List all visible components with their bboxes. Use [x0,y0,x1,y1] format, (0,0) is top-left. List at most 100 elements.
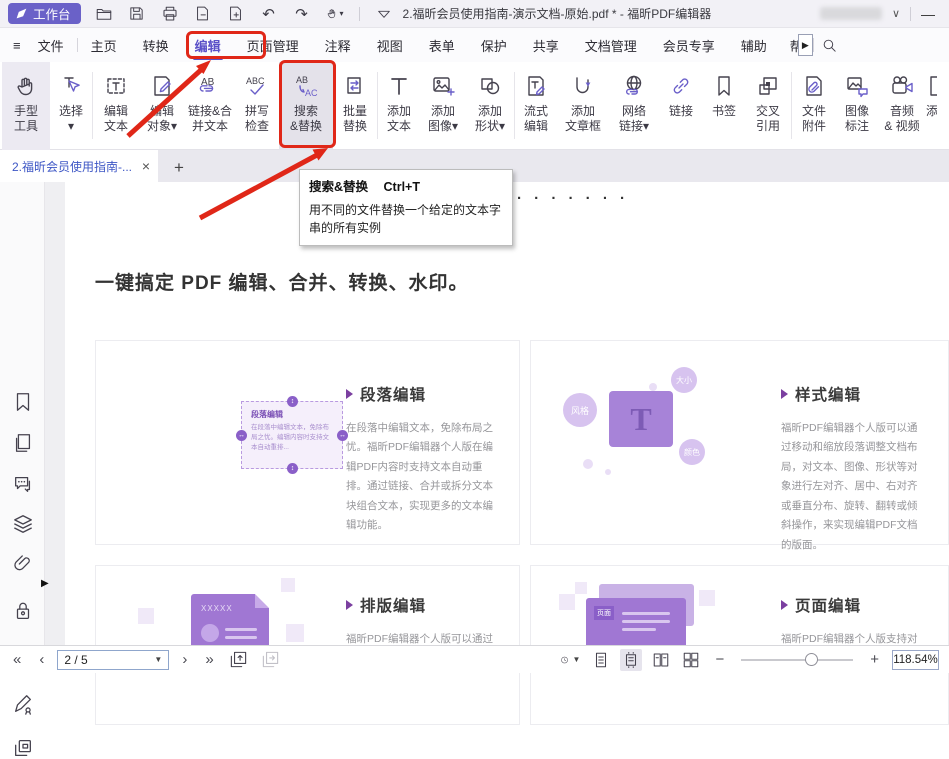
ribbon-toolbar: 手型 工具 选择 ▾ 编辑 文本 编辑 对象▾ AB 链接&合 并文本 ABC … [0,62,949,150]
save-icon[interactable] [128,5,146,23]
search-icon[interactable] [820,35,840,55]
next-page-button[interactable]: › [173,651,196,668]
menu-overflow-button[interactable]: ▶ [798,34,813,56]
add-article-box-button[interactable]: 添加 文章框 [557,62,609,150]
page-number-value: 2 / 5 [64,653,87,667]
redo-icon[interactable]: ↷ [293,5,311,23]
bookmark-icon [712,71,736,101]
workspace-button[interactable]: 工作台 [8,3,81,24]
letter-t-block: T [609,391,673,447]
zoom-out-button[interactable]: − [706,651,733,668]
cross-reference-button[interactable]: 交叉 引用 [745,62,791,150]
menu-accessibility[interactable]: 辅助 [728,28,780,62]
select-tool-button[interactable]: 选择 ▾ [50,62,92,150]
bookmarks-panel-icon[interactable] [12,391,34,413]
open-file-icon[interactable] [95,5,113,23]
zoom-slider[interactable] [741,659,853,661]
menu-comment[interactable]: 注释 [312,28,364,62]
page-dropdown-icon[interactable]: ▼ [154,655,162,664]
illustration-label: XXXXX [201,604,233,613]
menu-view[interactable]: 视图 [364,28,416,62]
zoom-level-input[interactable]: 118.54% [892,650,939,670]
web-link-button[interactable]: 网络 链接▾ [609,62,659,150]
annotation-box-search-replace [279,60,336,148]
link-button[interactable]: 链接 [659,62,703,150]
edit-text-button[interactable]: 编辑 文本 [93,62,139,150]
batch-replace-button[interactable]: 批量 替换 [333,62,377,150]
attachments-panel-icon[interactable] [12,553,34,575]
continuous-view-icon[interactable] [620,649,642,671]
file-attachment-icon [802,71,826,101]
hand-tool-button[interactable]: 手型 工具 [2,62,50,150]
menu-help[interactable]: 帮助 [780,28,798,62]
print-icon[interactable] [161,5,179,23]
zoom-level-value: 118.54% [893,654,938,666]
menu-form[interactable]: 表单 [416,28,468,62]
menu-document-management[interactable]: 文档管理 [572,28,650,62]
flow-edit-button[interactable]: 流式 编辑 [515,62,557,150]
annotation-box-edit-menu [186,31,266,59]
comments-panel-icon[interactable] [12,473,34,495]
add-shape-button[interactable]: 添加 形状▾ [466,62,514,150]
undo-icon[interactable]: ↶ [260,5,278,23]
menu-home[interactable]: 主页 [78,28,130,62]
single-page-view-icon[interactable] [590,649,612,671]
facing-continuous-view-icon[interactable] [680,649,702,671]
document-tab[interactable]: 2.福昕会员使用指南-... × [0,150,158,182]
signature-panel-icon[interactable] [12,693,34,715]
zoom-tool-icon[interactable]: ▼ [560,650,580,670]
minimize-button[interactable]: — [921,6,935,22]
menu-file[interactable]: 文件 [25,28,77,62]
previous-page-button[interactable]: ‹ [30,651,53,668]
articles-panel-icon[interactable] [12,737,34,759]
resize-handle-icon: ↔ [236,430,247,441]
menu-protect[interactable]: 保护 [468,28,520,62]
illustration-title: 段落编辑 [251,409,333,420]
new-tab-button[interactable]: + [174,158,184,182]
pen-icon [15,7,28,20]
tooltip-title: 搜索&替换 [309,180,368,194]
edit-text-icon [104,71,128,101]
audio-video-button[interactable]: 音频 & 视频 [878,62,926,150]
truncated-ribbon-button[interactable]: 添 [926,62,937,150]
panel-expand-arrow[interactable]: ▶ [41,578,49,589]
insert-page-icon[interactable] [227,5,245,23]
facing-view-icon[interactable] [650,649,672,671]
last-page-button[interactable]: » [196,651,222,668]
card-title: 样式编辑 [795,383,861,405]
add-image-button[interactable]: 添加 图像▾ [420,62,466,150]
bookmark-button[interactable]: 书签 [703,62,745,150]
hand-grab-icon[interactable]: ▾ [326,5,344,23]
menu-share[interactable]: 共享 [520,28,572,62]
hamburger-icon[interactable]: ≡ [0,28,25,62]
link-text-icon: AB [195,71,225,101]
zoom-in-button[interactable]: + [861,651,888,668]
page-number-input[interactable]: 2 / 5 ▼ [57,650,169,670]
resize-handle-icon: ↕ [287,463,298,474]
tab-close-icon[interactable]: × [142,158,150,174]
zoom-slider-knob[interactable] [805,653,818,666]
account-chevron-icon[interactable]: ∨ [892,7,900,20]
image-annotation-button[interactable]: 图像 标注 [836,62,878,150]
delete-page-icon[interactable] [194,5,212,23]
spell-check-button[interactable]: ABC 拼写 检查 [235,62,279,150]
pages-panel-icon[interactable] [12,432,34,454]
truncated-icon [926,71,937,101]
add-text-button[interactable]: 添加 文本 [378,62,420,150]
security-panel-icon[interactable] [12,600,34,622]
link-icon [669,71,693,101]
link-merge-text-button[interactable]: AB 链接&合 并文本 [185,62,235,150]
card-arrow-icon [346,389,353,399]
layers-panel-icon[interactable] [12,513,34,535]
previous-view-icon[interactable] [229,650,249,670]
collapse-ribbon-icon[interactable] [375,5,393,23]
card-title: 页面编辑 [795,594,861,616]
first-page-button[interactable]: « [4,651,30,668]
file-attachment-button[interactable]: 文件 附件 [792,62,836,150]
resize-handle-icon: ↕ [287,396,298,407]
menu-member-exclusive[interactable]: 会员专享 [650,28,728,62]
next-view-icon[interactable] [261,650,281,670]
edit-object-button[interactable]: 编辑 对象▾ [139,62,185,150]
menu-convert[interactable]: 转换 [130,28,182,62]
resize-handle-icon: ↔ [337,430,348,441]
